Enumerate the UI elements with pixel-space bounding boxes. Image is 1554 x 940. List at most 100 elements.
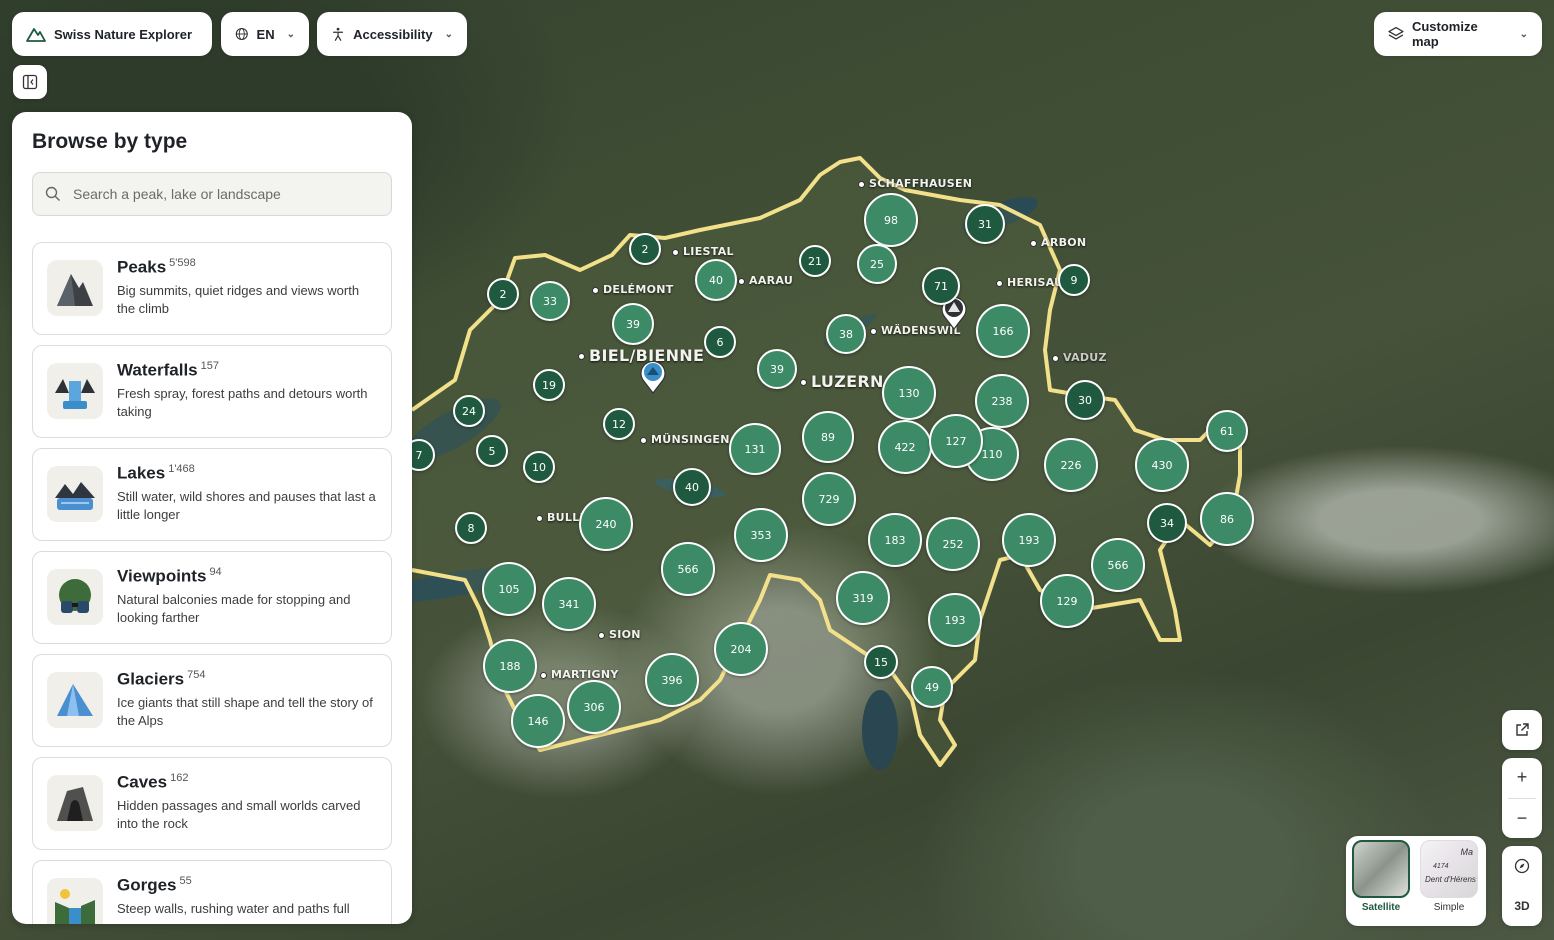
- cluster-marker[interactable]: 319: [836, 571, 890, 625]
- cluster-marker[interactable]: 188: [483, 639, 537, 693]
- cluster-marker[interactable]: 98: [864, 193, 918, 247]
- cluster-marker[interactable]: 86: [1200, 492, 1254, 546]
- 3d-toggle-button[interactable]: 3D: [1502, 886, 1542, 926]
- cluster-marker[interactable]: 226: [1044, 438, 1098, 492]
- cluster-marker[interactable]: 306: [567, 680, 621, 734]
- cluster-marker[interactable]: 5: [476, 435, 508, 467]
- city-label: DELÉMONT: [592, 283, 674, 296]
- cluster-marker[interactable]: 422: [878, 420, 932, 474]
- category-card-peaks[interactable]: Peaks 5'598 Big summits, quiet ridges and…: [32, 242, 392, 335]
- waterfall-pin-icon[interactable]: [639, 358, 667, 394]
- cluster-marker[interactable]: 12: [603, 408, 635, 440]
- cluster-marker[interactable]: 25: [857, 244, 897, 284]
- category-title: Waterfalls: [117, 360, 198, 380]
- cluster-marker[interactable]: 166: [976, 304, 1030, 358]
- cluster-marker[interactable]: 566: [1091, 538, 1145, 592]
- category-card-glaciers[interactable]: Glaciers 754 Ice giants that still shape …: [32, 654, 392, 747]
- basemap-simple[interactable]: Ma 4174 Dent d'Hérens Simple: [1418, 840, 1480, 913]
- zoom-control: + −: [1502, 758, 1542, 838]
- city-label: MARTIGNY: [540, 668, 619, 681]
- cluster-marker[interactable]: 238: [975, 374, 1029, 428]
- accessibility-icon: [333, 27, 344, 41]
- zoom-out-button[interactable]: −: [1502, 798, 1542, 838]
- share-control: [1502, 710, 1542, 750]
- cluster-marker[interactable]: 9: [1058, 264, 1090, 296]
- zoom-in-button[interactable]: +: [1502, 758, 1542, 798]
- cluster-marker[interactable]: 34: [1147, 503, 1187, 543]
- category-description: Natural balconies made for stopping and …: [117, 591, 351, 625]
- cluster-marker[interactable]: 2: [629, 233, 661, 265]
- category-description: Ice giants that still shape and tell the…: [117, 694, 373, 728]
- cluster-marker[interactable]: 566: [661, 542, 715, 596]
- cluster-marker[interactable]: 49: [911, 666, 953, 708]
- cluster-marker[interactable]: 39: [757, 349, 797, 389]
- basemap-switcher: Satellite Ma 4174 Dent d'Hérens Simple: [1346, 836, 1486, 926]
- cluster-marker[interactable]: 129: [1040, 574, 1094, 628]
- city-label: AARAU: [738, 274, 793, 287]
- cluster-marker[interactable]: 341: [542, 577, 596, 631]
- cluster-marker[interactable]: 39: [612, 303, 654, 345]
- cluster-marker[interactable]: 204: [714, 622, 768, 676]
- category-card-waterfalls[interactable]: Waterfalls 157 Fresh spray, forest paths …: [32, 345, 392, 438]
- cluster-marker[interactable]: 252: [926, 517, 980, 571]
- language-selector[interactable]: EN ⌄: [221, 12, 309, 56]
- cluster-marker[interactable]: 729: [802, 472, 856, 526]
- cluster-marker[interactable]: 30: [1065, 380, 1105, 420]
- category-count: 5'598: [169, 257, 196, 269]
- cluster-marker[interactable]: 40: [673, 468, 711, 506]
- category-card-viewpoints[interactable]: Viewpoints 94 Natural balconies made for …: [32, 551, 392, 644]
- chevron-down-icon: ⌄: [444, 28, 453, 40]
- glacier-icon: [47, 672, 103, 728]
- cluster-marker[interactable]: 240: [579, 497, 633, 551]
- cluster-marker[interactable]: 193: [1002, 513, 1056, 567]
- cluster-marker[interactable]: 19: [533, 369, 565, 401]
- category-title: Lakes: [117, 463, 166, 483]
- language-label: EN: [256, 26, 275, 42]
- cluster-marker[interactable]: 396: [645, 653, 699, 707]
- basemap-satellite[interactable]: Satellite: [1350, 840, 1412, 913]
- cluster-marker[interactable]: 33: [530, 281, 570, 321]
- cluster-marker[interactable]: 146: [511, 694, 565, 748]
- accessibility-menu[interactable]: Accessibility ⌄: [317, 12, 467, 56]
- toggle-sidebar-button[interactable]: [13, 65, 47, 99]
- cluster-marker[interactable]: 130: [882, 366, 936, 420]
- compass-button[interactable]: [1502, 846, 1542, 886]
- cluster-marker[interactable]: 71: [922, 267, 960, 305]
- category-count: 55: [179, 875, 192, 887]
- peak-icon: [47, 260, 103, 316]
- app-title-button[interactable]: Swiss Nature Explorer: [12, 12, 212, 56]
- cluster-marker[interactable]: 131: [729, 423, 781, 475]
- city-label: LUZERN: [800, 372, 884, 391]
- compass-icon: [1514, 858, 1530, 874]
- cluster-marker[interactable]: 10: [523, 451, 555, 483]
- cluster-marker[interactable]: 105: [482, 562, 536, 616]
- cluster-marker[interactable]: 21: [799, 245, 831, 277]
- category-description: Steep walls, rushing water and paths ful…: [117, 900, 350, 916]
- city-dot: [598, 631, 605, 639]
- city-dot: [578, 353, 585, 360]
- cluster-marker[interactable]: 430: [1135, 438, 1189, 492]
- category-card-lakes[interactable]: Lakes 1'468 Still water, wild shores and …: [32, 448, 392, 541]
- cluster-marker[interactable]: 40: [695, 259, 737, 301]
- cluster-marker[interactable]: 38: [826, 314, 866, 354]
- category-count: 1'468: [168, 463, 195, 475]
- cluster-marker[interactable]: 24: [453, 395, 485, 427]
- cluster-marker[interactable]: 193: [928, 593, 982, 647]
- cluster-marker[interactable]: 127: [929, 414, 983, 468]
- cluster-marker[interactable]: 2: [487, 278, 519, 310]
- cluster-marker[interactable]: 183: [868, 513, 922, 567]
- search-box[interactable]: [32, 172, 392, 216]
- category-card-gorges[interactable]: Gorges 55 Steep walls, rushing water and …: [32, 860, 392, 924]
- cluster-marker[interactable]: 61: [1206, 410, 1248, 452]
- cluster-marker[interactable]: 8: [455, 512, 487, 544]
- cluster-marker[interactable]: 353: [734, 508, 788, 562]
- cluster-marker[interactable]: 89: [802, 411, 854, 463]
- cluster-marker[interactable]: 15: [864, 645, 898, 679]
- customize-map-button[interactable]: Customize map ⌄: [1374, 12, 1542, 56]
- category-title: Viewpoints: [117, 566, 207, 586]
- share-button[interactable]: [1502, 710, 1542, 750]
- category-card-caves[interactable]: Caves 162 Hidden passages and small world…: [32, 757, 392, 850]
- search-input[interactable]: [71, 185, 375, 203]
- cluster-marker[interactable]: 31: [965, 204, 1005, 244]
- cluster-marker[interactable]: 6: [704, 326, 736, 358]
